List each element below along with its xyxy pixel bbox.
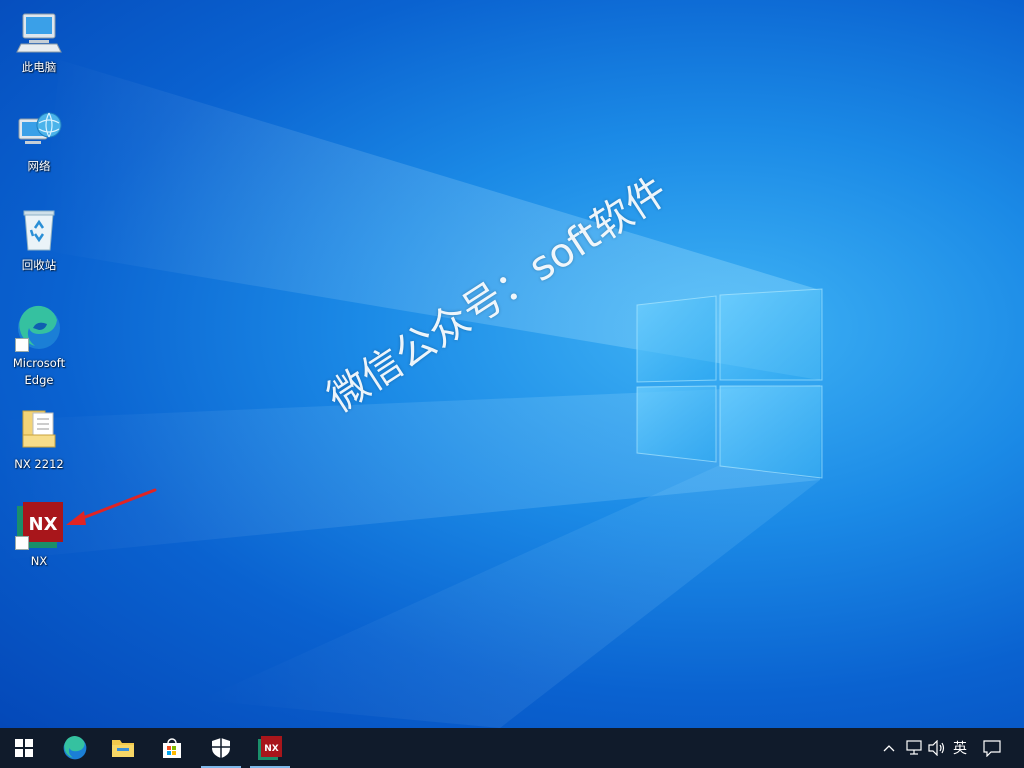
show-hidden-icons-button[interactable] <box>878 728 900 768</box>
shortcut-arrow-icon <box>15 338 29 352</box>
logo-pane <box>719 385 823 479</box>
recycle-bin-icon <box>15 206 63 254</box>
nx-app-icon: NX <box>258 736 282 760</box>
desktop-icon-nx-2212-folder[interactable]: NX 2212 <box>0 405 78 473</box>
notification-icon <box>983 740 1001 757</box>
start-button[interactable] <box>0 728 48 768</box>
desktop-icon-microsoft-edge[interactable]: Microsoft Edge <box>0 304 78 389</box>
taskbar-security-button[interactable] <box>197 728 245 768</box>
volume-tray-button[interactable] <box>926 728 948 768</box>
nx-logo-text: NX <box>29 514 58 535</box>
desktop-icon-label: NX <box>30 554 48 568</box>
taskbar-edge-button[interactable] <box>51 728 99 768</box>
nx-logo-text: NX <box>264 744 279 754</box>
shield-icon <box>212 738 230 758</box>
desktop-icon-label: 回收站 <box>21 258 57 272</box>
desktop-icon-this-pc[interactable]: 此电脑 <box>0 8 78 76</box>
desktop-icon-network[interactable]: 网络 <box>0 107 78 175</box>
notification-center-button[interactable] <box>980 728 1004 768</box>
nx-app-icon: NX <box>15 502 63 550</box>
windows-start-icon <box>15 739 33 757</box>
chevron-up-icon <box>883 745 895 752</box>
taskbar-store-button[interactable] <box>148 728 196 768</box>
taskbar-file-explorer-button[interactable] <box>99 728 147 768</box>
desktop-icon-label: NX 2212 <box>14 457 64 471</box>
logo-pane <box>636 385 717 463</box>
desktop-icon-label: Microsoft Edge <box>12 356 66 387</box>
shortcut-arrow-icon <box>15 536 29 550</box>
network-tray-button[interactable] <box>902 728 926 768</box>
edge-icon <box>63 735 87 760</box>
desktop-icon-label: 网络 <box>27 159 51 173</box>
computer-icon <box>15 8 63 56</box>
store-icon <box>163 738 181 758</box>
input-method-indicator[interactable]: 英 <box>948 728 972 768</box>
taskbar: NX 英 <box>0 728 1024 768</box>
taskbar-nx-button[interactable]: NX <box>246 728 294 768</box>
edge-icon <box>15 304 63 352</box>
speaker-icon <box>928 740 945 756</box>
network-icon <box>15 107 63 155</box>
annotation-arrow-icon <box>66 488 157 525</box>
network-wired-icon <box>906 740 922 755</box>
logo-pane <box>636 295 717 383</box>
logo-pane <box>719 288 823 381</box>
desktop-icon-label: 此电脑 <box>21 60 57 74</box>
windows-wallpaper <box>0 60 823 728</box>
folder-icon <box>15 405 63 453</box>
desktop[interactable]: 此电脑 网络 回收站 Microsoft Edge NX 2212 NX NX … <box>0 0 1024 728</box>
folder-icon <box>112 740 134 757</box>
desktop-icon-recycle-bin[interactable]: 回收站 <box>0 206 78 274</box>
